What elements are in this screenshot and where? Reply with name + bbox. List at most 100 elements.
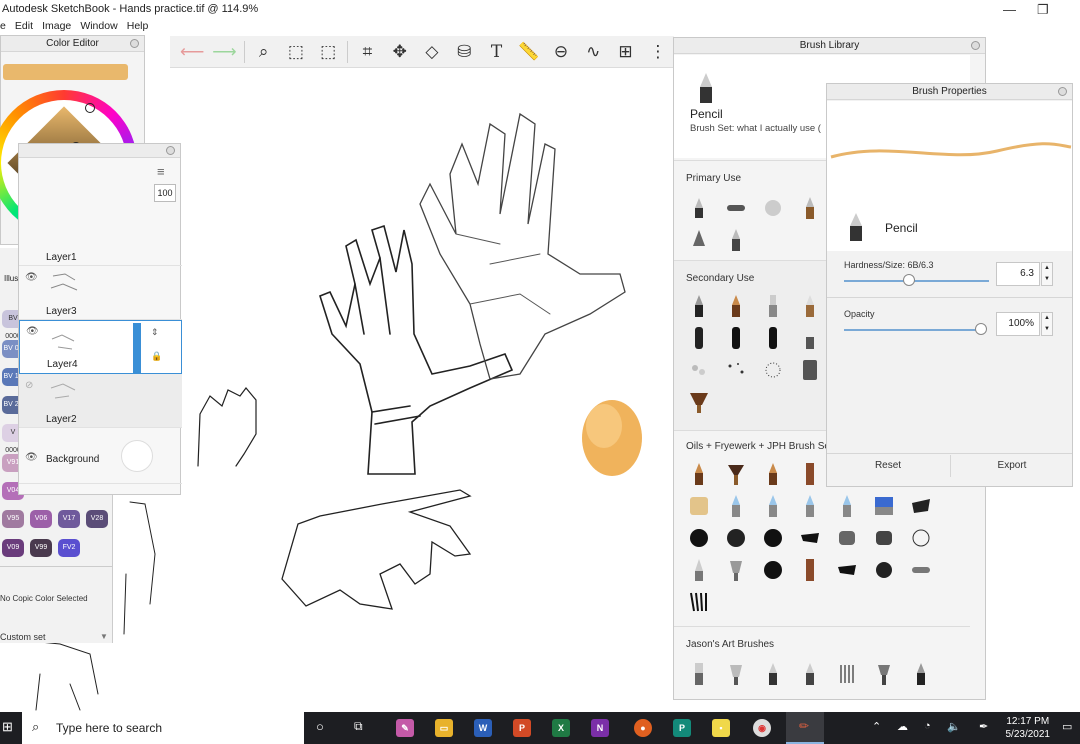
- copic-chip[interactable]: FV2: [58, 539, 80, 557]
- chrome-icon[interactable]: ◉: [753, 719, 771, 737]
- brush-icon[interactable]: [798, 661, 822, 687]
- brush-icon[interactable]: [798, 461, 822, 487]
- origin-icon[interactable]: ●: [634, 719, 652, 737]
- brush-icon[interactable]: [687, 195, 711, 221]
- volume-icon[interactable]: 🔈: [947, 720, 961, 733]
- brush-icon[interactable]: [909, 525, 933, 551]
- select-icon[interactable]: ⬚: [280, 38, 312, 66]
- block-brush-icon[interactable]: [798, 357, 822, 383]
- brush-icon[interactable]: [687, 461, 711, 487]
- paint-app-icon[interactable]: ✎: [396, 719, 414, 737]
- brush-icon[interactable]: [724, 325, 748, 351]
- clear-select-icon[interactable]: ⬚: [312, 38, 344, 66]
- airbrush-icon[interactable]: [724, 195, 748, 221]
- texture-brush-icon[interactable]: [687, 357, 711, 383]
- chevron-up-icon[interactable]: ⌃: [872, 720, 881, 733]
- copic-chip[interactable]: V17: [58, 510, 80, 528]
- layer-row[interactable]: 👁 Background: [19, 428, 182, 484]
- sketchbook-taskbar-button[interactable]: ✏: [786, 712, 824, 744]
- layer-opacity-value[interactable]: 100: [154, 184, 176, 202]
- taskbar-search-box[interactable]: ⌕ Type here to search: [22, 712, 304, 744]
- brush-icon[interactable]: [687, 293, 711, 319]
- ink-pen-icon[interactable]: [687, 227, 711, 253]
- opacity-input[interactable]: 100%: [996, 312, 1040, 336]
- brush-icon[interactable]: [798, 557, 822, 583]
- reset-button[interactable]: Reset: [827, 455, 949, 477]
- background-color-swatch[interactable]: [121, 440, 153, 472]
- brush-icon[interactable]: [872, 493, 896, 519]
- fill-icon[interactable]: ⛁: [448, 38, 480, 66]
- brush-icon[interactable]: [724, 525, 748, 551]
- menu-edit[interactable]: Edit: [15, 20, 33, 32]
- redo-icon[interactable]: ⟶: [208, 38, 240, 66]
- current-color-swatch[interactable]: [3, 64, 128, 80]
- brush-icon[interactable]: [872, 557, 896, 583]
- notification-icon[interactable]: ▭: [1062, 720, 1072, 733]
- hardness-size-slider-thumb[interactable]: [903, 274, 915, 286]
- eye-hidden-icon[interactable]: ⊘: [25, 380, 33, 391]
- brush-icon[interactable]: [687, 525, 711, 551]
- brush-icon[interactable]: [835, 557, 859, 583]
- layer-menu-icon[interactable]: ≡: [157, 164, 165, 179]
- powerpoint-icon[interactable]: P: [513, 719, 531, 737]
- eye-icon[interactable]: 👁: [25, 452, 38, 463]
- brush-icon[interactable]: [761, 325, 785, 351]
- brush-icon[interactable]: [761, 493, 785, 519]
- brush-icon[interactable]: [761, 557, 785, 583]
- crop-icon[interactable]: ⌗: [351, 38, 383, 66]
- fan-brush-icon[interactable]: [687, 389, 711, 415]
- copic-chip[interactable]: V99: [30, 539, 52, 557]
- transform-icon[interactable]: ✥: [384, 38, 416, 66]
- publisher-icon[interactable]: P: [673, 719, 691, 737]
- copic-chip[interactable]: V09: [2, 539, 24, 557]
- symmetry-icon[interactable]: ⋮: [642, 38, 674, 66]
- hardness-size-stepper[interactable]: ▲ ▼: [1041, 262, 1053, 286]
- system-clock[interactable]: 12:17 PM 5/23/2021: [1006, 715, 1051, 741]
- text-icon[interactable]: T: [480, 38, 512, 66]
- copic-chip[interactable]: V28: [86, 510, 108, 528]
- brush-icon[interactable]: [761, 525, 785, 551]
- brush-icon[interactable]: [872, 525, 896, 551]
- restore-icon[interactable]: ❐: [1037, 2, 1049, 18]
- layer-row[interactable]: 👁 Layer3: [19, 266, 182, 320]
- brush-icon[interactable]: [724, 661, 748, 687]
- brush-icon[interactable]: [835, 661, 859, 687]
- distort-icon[interactable]: ◇: [416, 38, 448, 66]
- dots-brush-icon[interactable]: [761, 357, 785, 383]
- task-view-icon[interactable]: ⧉: [354, 719, 363, 734]
- layer-row-active[interactable]: 👁 Layer4 ⇕ 🔒: [19, 320, 182, 374]
- copic-chip[interactable]: V06: [30, 510, 52, 528]
- copic-set-select[interactable]: Custom set: [0, 632, 46, 642]
- brush-icon[interactable]: [835, 493, 859, 519]
- brush-icon[interactable]: [724, 493, 748, 519]
- brush-icon[interactable]: [687, 589, 711, 615]
- brush-icon[interactable]: [909, 557, 933, 583]
- file-explorer-icon[interactable]: ▭: [435, 719, 453, 737]
- menu-help[interactable]: Help: [127, 20, 149, 32]
- opacity-slider[interactable]: [844, 329, 984, 331]
- brush-icon[interactable]: [909, 493, 933, 519]
- brush-icon[interactable]: [761, 661, 785, 687]
- ellipse-icon[interactable]: ⊖: [545, 38, 577, 66]
- pencil-hard-icon[interactable]: [724, 227, 748, 253]
- hue-knob[interactable]: [85, 103, 95, 113]
- move-layer-icon[interactable]: ⇕: [151, 327, 159, 338]
- wifi-icon[interactable]: ◔: [924, 720, 931, 732]
- copic-chip[interactable]: V95: [2, 510, 24, 528]
- eye-icon[interactable]: 👁: [25, 272, 38, 283]
- menu-image[interactable]: Image: [42, 20, 71, 32]
- soft-brush-icon[interactable]: [761, 195, 785, 221]
- cloud-icon[interactable]: ☁: [897, 720, 908, 733]
- brush-icon[interactable]: [724, 557, 748, 583]
- brush-icon[interactable]: [687, 661, 711, 687]
- brush-icon[interactable]: [687, 557, 711, 583]
- ruler-icon[interactable]: 📏: [513, 38, 545, 66]
- brush-icon[interactable]: [909, 661, 933, 687]
- chevron-down-icon[interactable]: ▼: [100, 632, 108, 641]
- brush-icon[interactable]: [724, 293, 748, 319]
- cortana-icon[interactable]: ○: [316, 719, 324, 734]
- brush-icon[interactable]: [761, 461, 785, 487]
- close-icon[interactable]: [1058, 87, 1067, 96]
- menu-file[interactable]: e: [0, 20, 6, 32]
- marker-icon[interactable]: [798, 195, 822, 221]
